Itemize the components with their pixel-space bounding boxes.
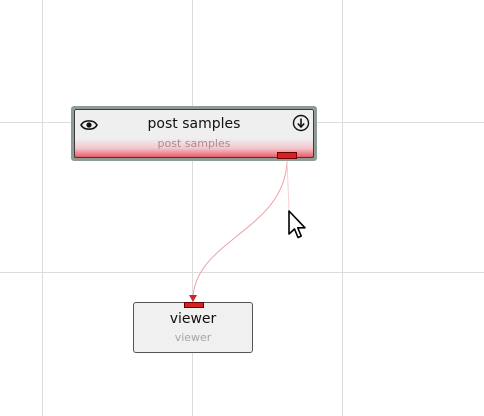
drag-wire-preview bbox=[286, 158, 290, 212]
download-icon[interactable] bbox=[292, 114, 310, 132]
node-subtitle: viewer bbox=[174, 331, 212, 344]
node-subtitle: post samples bbox=[157, 137, 231, 150]
wire-arrow-icon bbox=[189, 295, 197, 302]
node-title: viewer bbox=[169, 311, 217, 327]
output-port[interactable] bbox=[277, 152, 297, 159]
input-port[interactable] bbox=[184, 302, 204, 308]
mouse-pointer-icon bbox=[288, 210, 306, 239]
connection-wire bbox=[189, 158, 290, 302]
node-viewer[interactable]: viewer viewer bbox=[133, 302, 253, 353]
node-title: post samples bbox=[147, 116, 241, 132]
node-post-samples[interactable]: post samples post samples bbox=[71, 106, 317, 161]
